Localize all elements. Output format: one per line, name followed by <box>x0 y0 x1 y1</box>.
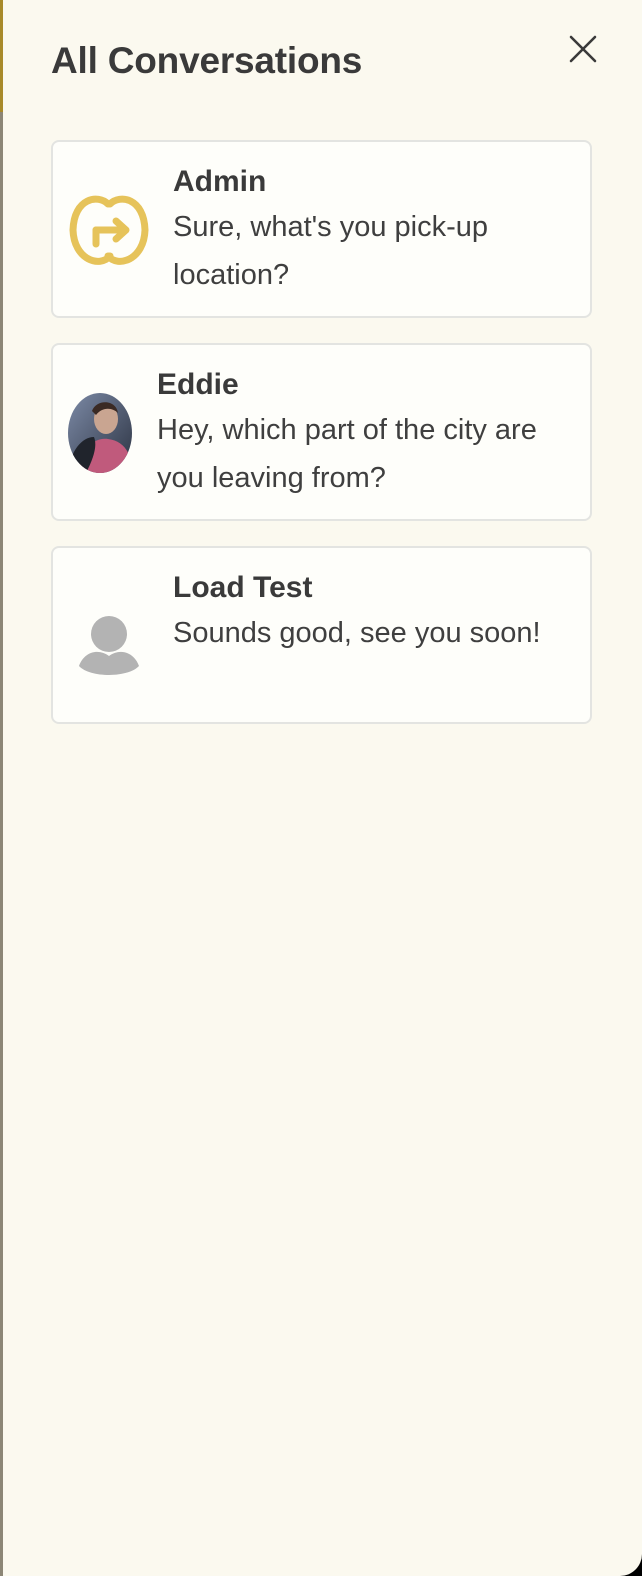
page-title: All Conversations <box>51 40 363 81</box>
conversation-name: Load Test <box>173 571 313 604</box>
conversation-list: Admin Sure, what's you pick-up location? <box>51 140 592 749</box>
eddie-avatar <box>68 393 132 478</box>
close-icon <box>569 35 597 63</box>
conversation-name: Admin <box>173 165 267 198</box>
close-button[interactable] <box>562 28 604 70</box>
conversations-panel: All Conversations Admin Sure, what's you… <box>0 0 642 1576</box>
conversation-item-load-test[interactable]: Load Test Sounds good, see you soon! <box>51 546 592 724</box>
load-test-avatar <box>78 614 140 681</box>
conversation-last-message: Hey, which part of the city are you leav… <box>157 414 537 494</box>
conversation-last-message: Sounds good, see you soon! <box>173 617 541 649</box>
user-photo <box>68 393 132 473</box>
conversation-item-admin[interactable]: Admin Sure, what's you pick-up location? <box>51 140 592 318</box>
admin-avatar <box>68 190 150 275</box>
conversation-name: Eddie <box>157 368 239 401</box>
background-page-edge <box>0 0 3 1576</box>
default-user-icon <box>79 616 139 675</box>
conversation-item-eddie[interactable]: Eddie Hey, which part of the city are yo… <box>51 343 592 521</box>
conversation-last-message: Sure, what's you pick-up location? <box>173 211 489 291</box>
go-logo-icon <box>69 195 149 265</box>
